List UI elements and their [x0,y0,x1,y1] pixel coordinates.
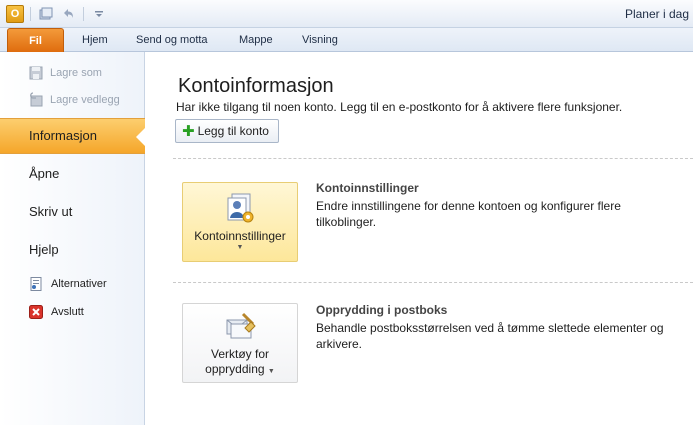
options-item[interactable]: Alternativer [28,276,107,292]
dropdown-caret-icon: ▼ [267,368,275,375]
options-icon [28,276,44,292]
save-attachments-label: Lagre vedlegg [50,94,120,106]
exit-label: Avslutt [51,306,84,318]
exit-icon [28,304,44,320]
cleanup-tools-label-line2-wrap: opprydding ▼ [205,362,275,379]
section-cleanup-desc: Behandle postboksstørrelsen ved å tømme … [316,321,664,351]
save-as-icon [28,65,44,81]
tab-file[interactable]: Fil [7,28,64,52]
dropdown-caret-icon: ▼ [236,244,244,251]
save-as-item[interactable]: Lagre som [28,65,102,81]
qat-separator [30,7,31,21]
cleanup-tools-label-line1: Verktøy for [210,347,269,361]
undo-icon[interactable] [59,5,77,23]
divider [173,158,693,159]
nav-info[interactable]: Informasjon [29,128,97,143]
cleanup-tools-label-line2: opprydding [205,362,265,376]
divider [173,282,693,283]
outlook-app-icon[interactable]: O [6,5,24,23]
page-title: Kontoinformasjon [178,75,334,97]
options-label: Alternativer [51,278,107,290]
exit-item[interactable]: Avslutt [28,304,84,320]
window-title: Planer i dag [624,7,689,21]
section-account-settings-desc: Endre innstillingene for denne kontoen o… [316,199,621,229]
account-settings-button-label: Kontoinnstillinger [194,229,286,243]
nav-print[interactable]: Skriv ut [29,204,72,219]
save-attachments-icon [28,92,44,108]
tab-home[interactable]: Hjem [82,34,108,46]
add-account-button[interactable]: ✚ Legg til konto [175,119,279,143]
account-settings-button[interactable]: Kontoinnstillinger ▼ [182,182,298,262]
add-account-label: Legg til konto [197,124,269,138]
nav-open[interactable]: Åpne [29,166,59,181]
cleanup-tools-button[interactable]: Verktøy for opprydding ▼ [182,303,298,383]
save-attachments-item[interactable]: Lagre vedlegg [28,92,120,108]
section-account-settings-title: Kontoinnstillinger [316,181,419,195]
plus-icon: ✚ [182,122,195,140]
tab-send-receive[interactable]: Send og motta [136,34,208,46]
account-settings-icon [223,192,257,229]
section-cleanup-title: Opprydding i postboks [316,303,448,317]
page-subtitle: Har ikke tilgang til noen konto. Legg ti… [176,100,623,114]
qat-separator [83,7,84,21]
tab-folder[interactable]: Mappe [239,34,273,46]
save-as-label: Lagre som [50,67,102,79]
tab-view[interactable]: Visning [302,34,338,46]
active-arrow [136,127,146,147]
cleanup-tools-icon [223,310,257,347]
send-receive-icon[interactable] [37,5,55,23]
customize-qat-icon[interactable] [90,5,108,23]
backstage-nav: Lagre som Lagre vedlegg Informasjon Åpne… [0,52,146,425]
quick-access-toolbar: O [6,5,108,23]
title-bar: O Planer i dag [0,0,693,28]
nav-help[interactable]: Hjelp [29,242,59,257]
ribbon-tab-bar: Fil Hjem Send og motta Mappe Visning [0,28,693,52]
backstage-main: Kontoinformasjon Har ikke tilgang til no… [146,52,693,425]
